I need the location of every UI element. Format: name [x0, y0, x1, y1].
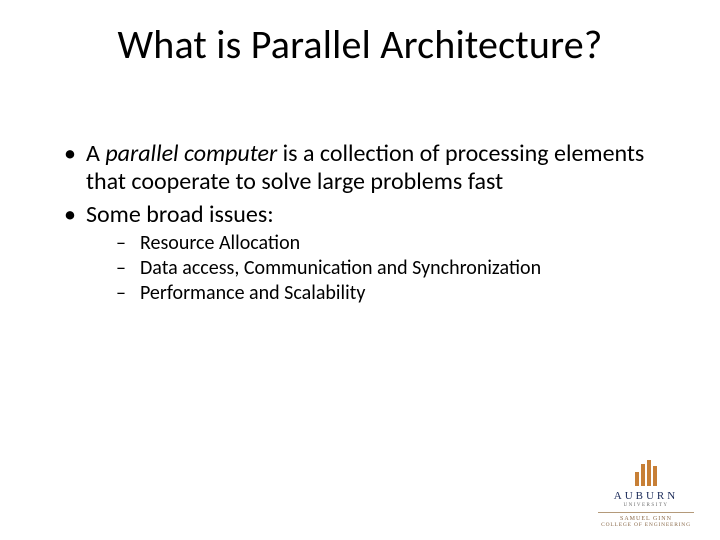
- text-run: Some broad issues:: [86, 200, 274, 229]
- text-italic: parallel computer: [105, 139, 277, 168]
- slide-title: What is Parallel Architecture?: [0, 20, 720, 69]
- slide: What is Parallel Architecture? A paralle…: [0, 0, 720, 540]
- logo-name: AUBURN: [596, 490, 696, 502]
- sub-bullet-item: Data access, Communication and Synchroni…: [86, 256, 650, 281]
- logo-subtitle-2: COLLEGE OF ENGINEERING: [596, 522, 696, 528]
- text-run: A: [86, 139, 105, 168]
- bullet-list: A parallel computer is a collection of p…: [58, 140, 650, 306]
- slide-body: A parallel computer is a collection of p…: [58, 140, 650, 310]
- tower-icon: [635, 460, 657, 486]
- sub-bullet-item: Resource Allocation: [86, 231, 650, 256]
- sub-bullet-item: Performance and Scalability: [86, 281, 650, 306]
- auburn-logo: AUBURN UNIVERSITY SAMUEL GINN COLLEGE OF…: [596, 460, 696, 528]
- sub-bullet-list: Resource Allocation Data access, Communi…: [86, 231, 650, 306]
- logo-university: UNIVERSITY: [596, 503, 696, 508]
- bullet-item: Some broad issues: Resource Allocation D…: [58, 201, 650, 306]
- bullet-item: A parallel computer is a collection of p…: [58, 140, 650, 197]
- logo-divider: [598, 512, 694, 513]
